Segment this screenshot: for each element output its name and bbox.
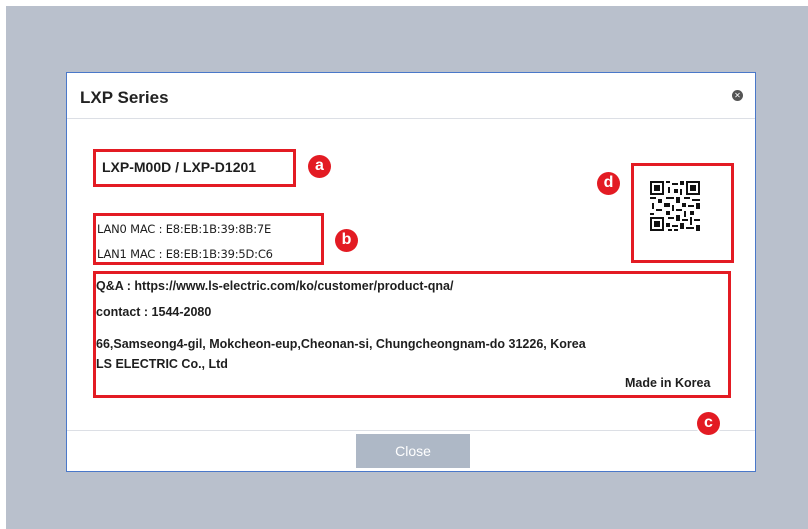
annotation-box-c	[93, 271, 731, 398]
callout-d: d	[597, 172, 620, 195]
callout-b: b	[335, 229, 358, 252]
callout-a: a	[308, 155, 331, 178]
dialog-title: LXP Series	[80, 88, 169, 107]
close-button[interactable]: Close	[356, 434, 470, 468]
annotation-box-a	[93, 149, 296, 187]
close-icon[interactable]: ✕	[732, 90, 743, 101]
callout-c: c	[697, 412, 720, 435]
dialog-titlebar: LXP Series ✕	[67, 73, 755, 119]
footer-divider	[67, 430, 755, 431]
annotation-box-b	[93, 213, 324, 265]
annotation-box-d	[631, 163, 734, 263]
